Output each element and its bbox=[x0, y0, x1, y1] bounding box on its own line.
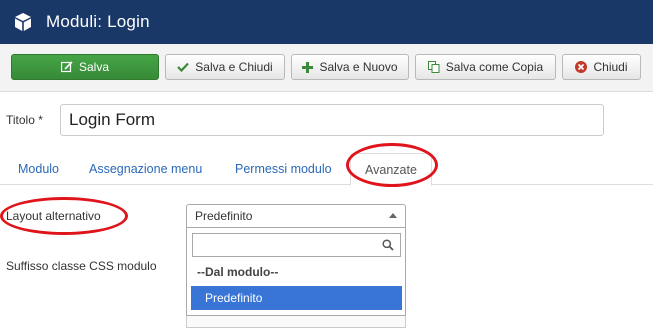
page-header: Moduli: Login bbox=[0, 0, 653, 44]
dropdown-option-predefinito[interactable]: Predefinito bbox=[191, 286, 402, 310]
tab-advanced[interactable]: Avanzate bbox=[350, 153, 432, 186]
title-row: Titolo * Login Form bbox=[0, 104, 653, 136]
tab-menu-assignment[interactable]: Assegnazione menu bbox=[89, 153, 202, 185]
save-and-close-label: Salva e Chiudi bbox=[195, 60, 273, 74]
dropdown-search-input[interactable] bbox=[192, 233, 401, 257]
save-label: Salva bbox=[78, 60, 110, 74]
save-button[interactable]: Salva bbox=[11, 54, 159, 80]
layout-select[interactable]: Predefinito bbox=[186, 204, 406, 228]
close-button[interactable]: Chiudi bbox=[562, 54, 641, 80]
title-label: Titolo * bbox=[6, 113, 43, 127]
save-and-close-button[interactable]: Salva e Chiudi bbox=[165, 54, 285, 80]
css-suffix-label: Suffisso classe CSS modulo bbox=[6, 259, 157, 273]
save-as-copy-button[interactable]: Salva come Copia bbox=[415, 54, 556, 80]
tab-module-permissions[interactable]: Permessi modulo bbox=[235, 153, 332, 185]
cube-icon bbox=[12, 11, 34, 33]
caret-up-icon bbox=[389, 213, 397, 218]
layout-selected-value: Predefinito bbox=[195, 209, 253, 223]
copy-icon bbox=[427, 61, 440, 73]
page-title: Moduli: Login bbox=[46, 12, 150, 31]
tab-modulo[interactable]: Modulo bbox=[18, 153, 59, 185]
cancel-icon bbox=[575, 61, 588, 73]
save-as-copy-label: Salva come Copia bbox=[445, 60, 544, 74]
dropdown-group-label: --Dal modulo-- bbox=[197, 265, 279, 279]
save-and-new-label: Salva e Nuovo bbox=[319, 60, 398, 74]
edit-icon bbox=[60, 61, 73, 73]
search-icon bbox=[382, 239, 394, 254]
close-label: Chiudi bbox=[593, 60, 628, 74]
css-suffix-input[interactable] bbox=[186, 316, 406, 328]
tab-bar: Modulo Assegnazione menu Permessi modulo… bbox=[0, 153, 653, 186]
title-input[interactable]: Login Form bbox=[60, 104, 604, 136]
layout-label: Layout alternativo bbox=[6, 209, 101, 223]
plus-icon bbox=[302, 61, 314, 73]
toolbar: Salva Salva e Chiudi Salva e Nuovo Salva… bbox=[0, 44, 653, 92]
save-and-new-button[interactable]: Salva e Nuovo bbox=[291, 54, 409, 80]
layout-dropdown: --Dal modulo-- Predefinito bbox=[186, 228, 406, 316]
check-icon bbox=[177, 62, 190, 72]
